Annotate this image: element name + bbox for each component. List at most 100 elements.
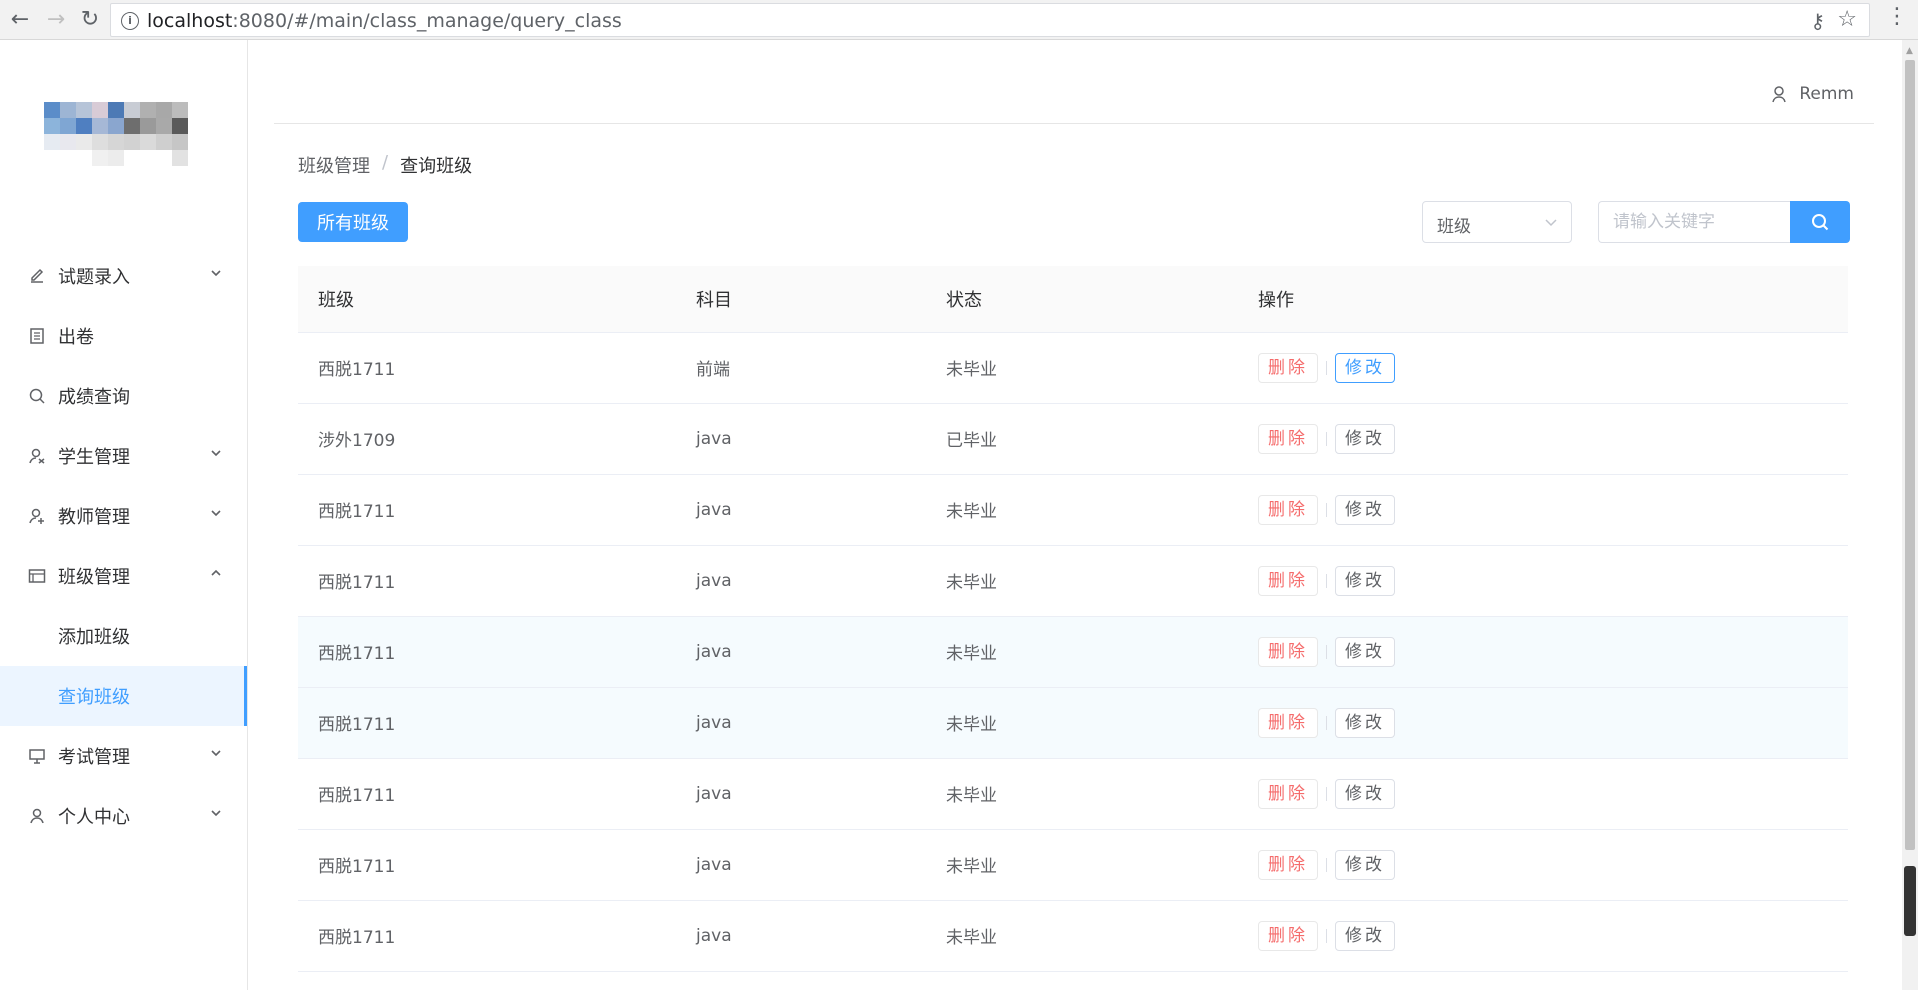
delete-button[interactable]: 删除 [1258,707,1318,738]
delete-button[interactable]: 删除 [1258,778,1318,809]
browser-menu-icon[interactable]: ⋮ [1886,4,1908,29]
menu-item-label: 个人中心 [58,807,130,828]
cell-class: 西脱1711 [318,786,396,806]
all-classes-button[interactable]: 所有班级 [298,202,408,242]
column-header-class: 班级 [298,266,676,333]
action-divider [1326,928,1327,943]
user-menu[interactable]: Remm [1771,84,1854,104]
cell-status: 未毕业 [946,502,997,522]
action-divider [1326,857,1327,872]
info-icon[interactable]: i [121,12,139,30]
cell-subject: java [696,499,732,520]
cell-actions: 删除 修改 [1238,900,1848,971]
search-icon [1812,214,1829,231]
edit-button[interactable]: 修改 [1335,423,1395,454]
action-divider [1326,715,1327,730]
chevron-down-icon [211,810,221,817]
menu-item-query-class[interactable]: 查询班级 [0,666,247,726]
vertical-scrollbar[interactable]: ▲ [1902,40,1918,990]
column-header-actions: 操作 [1238,266,1848,333]
search-group [1598,201,1850,243]
sidebar: 试题录入 出卷 成绩查询 学生管理 教师管理 班级管理 添加班级 查询班级 考试… [0,40,248,990]
menu-item-label: 考试管理 [58,747,130,768]
cell-subject: java [696,712,732,733]
key-icon[interactable]: ⚷ [1810,9,1825,33]
cell-subject: java [696,428,732,449]
breadcrumb-parent[interactable]: 班级管理 [298,152,370,178]
delete-button[interactable]: 删除 [1258,423,1318,454]
menu-item-class-manage[interactable]: 班级管理 [0,546,247,606]
action-divider [1326,786,1327,801]
scroll-up-icon[interactable]: ▲ [1906,46,1913,56]
action-divider [1326,573,1327,588]
breadcrumb: 班级管理 / 查询班级 [298,152,472,178]
cell-class: 涉外1709 [318,431,396,451]
edit-button[interactable]: 修改 [1335,849,1395,880]
column-header-status: 状态 [926,266,1238,333]
cell-status: 未毕业 [946,857,997,877]
menu-item-question-entry[interactable]: 试题录入 [0,246,247,306]
delete-button[interactable]: 删除 [1258,352,1318,383]
search-input[interactable] [1598,201,1790,243]
table-row: 西脱1711 java 未毕业 删除 修改 [298,545,1848,616]
cell-class: 西脱1711 [318,360,396,380]
cell-status: 已毕业 [946,431,997,451]
edit-button[interactable]: 修改 [1335,565,1395,596]
menu-item-label: 添加班级 [58,627,130,648]
edit-button[interactable]: 修改 [1335,707,1395,738]
cell-subject: java [696,925,732,946]
table-header-row: 班级 科目 状态 操作 [298,266,1848,333]
menu-item-personal-center[interactable]: 个人中心 [0,786,247,846]
cell-class: 西脱1711 [318,928,396,948]
cell-actions: 删除 修改 [1238,403,1848,474]
menu-item-label: 出卷 [58,327,94,348]
column-header-subject: 科目 [676,266,926,333]
delete-button[interactable]: 删除 [1258,920,1318,951]
table-row: 西脱1711 java 未毕业 删除 修改 [298,900,1848,971]
table-row: 西脱1711 java 未毕业 删除 修改 [298,829,1848,900]
logo [44,102,208,166]
cell-actions: 删除 修改 [1238,687,1848,758]
filter-select[interactable]: 班级 [1422,201,1572,243]
scrollbar-thumb[interactable] [1905,60,1915,850]
menu-item-label: 查询班级 [58,687,130,708]
side-menu: 试题录入 出卷 成绩查询 学生管理 教师管理 班级管理 添加班级 查询班级 考试… [0,246,247,846]
cell-actions: 删除 修改 [1238,545,1848,616]
delete-button[interactable]: 删除 [1258,636,1318,667]
menu-item-add-class[interactable]: 添加班级 [0,606,247,666]
forward-icon[interactable]: → [40,4,72,36]
delete-button[interactable]: 删除 [1258,494,1318,525]
user-icon [1772,86,1787,103]
edit-button[interactable]: 修改 [1335,920,1395,951]
bookmark-star-icon[interactable]: ☆ [1837,7,1857,32]
cell-status: 未毕业 [946,360,997,380]
menu-item-paper[interactable]: 出卷 [0,306,247,366]
monitor-icon [28,747,46,765]
edit-icon [28,267,46,285]
edit-button[interactable]: 修改 [1335,494,1395,525]
search-button[interactable] [1790,201,1850,243]
edit-button[interactable]: 修改 [1335,636,1395,667]
menu-item-student-manage[interactable]: 学生管理 [0,426,247,486]
table-row: 涉外1709 java 已毕业 删除 修改 [298,403,1848,474]
edit-button[interactable]: 修改 [1335,778,1395,809]
menu-item-label: 班级管理 [58,567,130,588]
search-icon [28,387,46,405]
cell-subject: java [696,570,732,591]
chevron-down-icon [211,510,221,517]
filter-select-value: 班级 [1437,217,1471,237]
menu-item-score-query[interactable]: 成绩查询 [0,366,247,426]
menu-item-exam-manage[interactable]: 考试管理 [0,726,247,786]
delete-button[interactable]: 删除 [1258,565,1318,596]
table-row: 西脱1711 前端 未毕业 删除 修改 [298,332,1848,403]
edit-button[interactable]: 修改 [1335,352,1395,383]
address-bar[interactable]: i localhost:8080/#/main/class_manage/que… [110,3,1870,37]
cell-actions: 删除 修改 [1238,758,1848,829]
teacher-icon [28,507,46,525]
chevron-down-icon [1545,219,1557,227]
back-icon[interactable]: ← [4,4,36,36]
delete-button[interactable]: 删除 [1258,849,1318,880]
cell-actions: 删除 修改 [1238,616,1848,687]
menu-item-teacher-manage[interactable]: 教师管理 [0,486,247,546]
reload-icon[interactable]: ↻ [74,4,106,36]
